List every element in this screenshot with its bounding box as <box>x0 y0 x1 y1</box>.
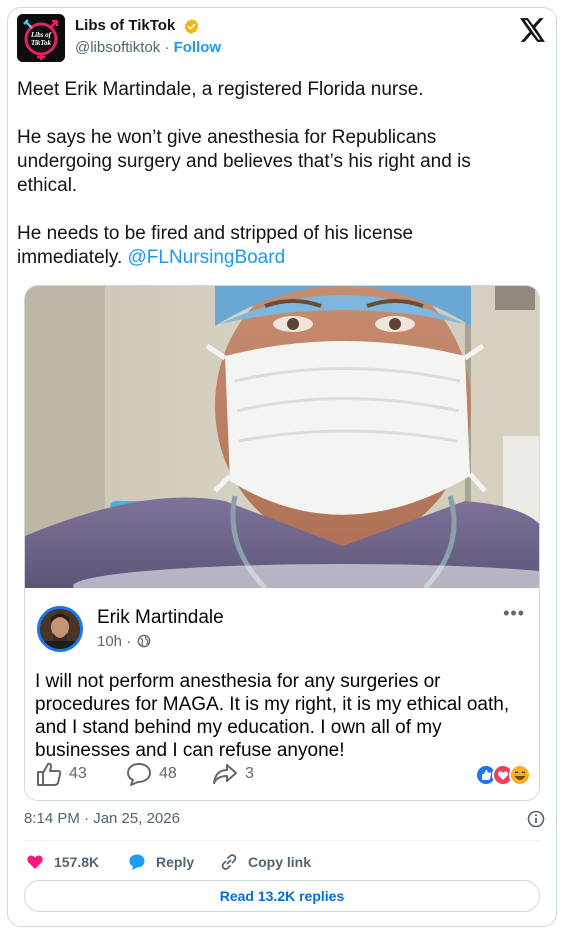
comment-bubble-icon <box>127 763 151 786</box>
fb-post-actions: 43 48 3 <box>35 760 531 790</box>
handle-separator: · <box>160 39 174 56</box>
x-logo-icon[interactable] <box>520 18 546 42</box>
reactions-icon <box>475 764 531 786</box>
share-arrow-icon <box>213 764 237 784</box>
reply-bubble-icon <box>129 854 145 871</box>
read-replies-button[interactable]: Read 13.2K replies <box>24 880 540 912</box>
like-count: 157.8K <box>54 854 100 871</box>
author-handle[interactable]: @libsoftiktok <box>75 39 160 56</box>
follow-button[interactable]: Follow <box>174 39 222 56</box>
fb-share-number: 3 <box>245 765 254 782</box>
info-icon[interactable] <box>527 810 545 828</box>
reply-label: Reply <box>156 854 195 871</box>
fb-post-meta: 10h · <box>97 632 151 652</box>
fb-share-count: 3 <box>211 760 254 788</box>
fb-like-count: 43 <box>35 760 87 788</box>
tweet-media[interactable]: Erik Martindale 10h · ••• I will not per… <box>24 285 540 801</box>
fb-like-number: 43 <box>69 765 87 782</box>
engagement-bar: 157.8K Reply Copy link <box>24 848 541 874</box>
fb-more-icon: ••• <box>503 603 525 623</box>
tweet-paragraph-2: He says he won’t give anesthesia for Rep… <box>17 127 471 196</box>
avatar[interactable]: Libs of TikTok <box>17 14 65 62</box>
fb-post-time: 10h <box>97 633 123 650</box>
tweet-timestamp[interactable]: 8:14 PM · Jan 25, 2026 <box>24 809 180 829</box>
thumbs-up-icon <box>37 762 62 786</box>
author-display-name[interactable]: Libs of TikTok <box>75 16 175 36</box>
heart-icon <box>27 855 43 870</box>
tweet-header: Libs of TikTok Libs of TikTok @libsoftik… <box>17 14 548 66</box>
tweet-paragraph-3: He needs to be fired and stripped of his… <box>17 222 517 270</box>
svg-text:Libs of: Libs of <box>30 31 52 39</box>
divider <box>24 840 541 841</box>
mention-link[interactable]: @FLNursingBoard <box>128 247 286 268</box>
copy-link-label: Copy link <box>248 854 312 871</box>
globe-icon <box>137 634 151 648</box>
like-button[interactable]: 157.8K <box>26 848 99 874</box>
copy-link-button[interactable]: Copy link <box>220 848 311 874</box>
embedded-facebook-post: Erik Martindale 10h · ••• I will not per… <box>25 588 539 800</box>
tweet-text: Meet Erik Martindale, a registered Flori… <box>17 78 517 294</box>
fb-post-body: I will not perform anesthesia for any su… <box>35 671 510 761</box>
fb-time-separator: · <box>122 633 136 650</box>
fb-comment-number: 48 <box>159 765 177 782</box>
verified-badge-icon <box>184 18 199 34</box>
reply-button[interactable]: Reply <box>128 848 194 874</box>
fb-author-name: Erik Martindale <box>97 607 224 628</box>
author-info: Libs of TikTok @libsoftiktok · Follow <box>75 16 221 58</box>
tweet-paragraph-1: Meet Erik Martindale, a registered Flori… <box>17 79 424 100</box>
svg-text:TikTok: TikTok <box>31 39 52 47</box>
fb-comment-count: 48 <box>125 760 177 788</box>
link-icon <box>221 854 237 871</box>
fb-avatar <box>37 606 83 652</box>
embedded-photo <box>25 286 539 588</box>
